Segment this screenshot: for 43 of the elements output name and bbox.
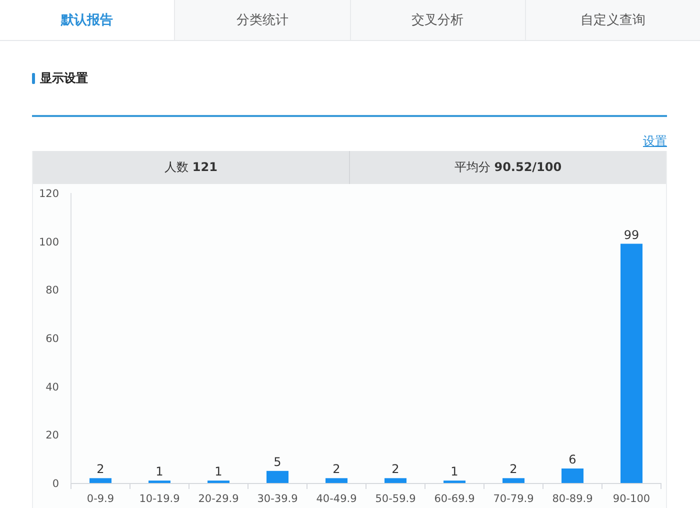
bar bbox=[326, 478, 348, 483]
x-tick-label: 0-9.9 bbox=[86, 493, 114, 505]
tab[interactable]: 分类统计 bbox=[174, 0, 350, 40]
x-tick-label: 10-19.9 bbox=[139, 493, 180, 505]
value-label: 2 bbox=[510, 462, 518, 476]
section-title: 显示设置 bbox=[40, 70, 88, 86]
y-tick-label: 60 bbox=[46, 333, 59, 345]
bar bbox=[208, 480, 230, 483]
value-label: 6 bbox=[568, 452, 576, 466]
x-tick-label: 30-39.9 bbox=[257, 493, 298, 505]
x-tick-label: 70-79.9 bbox=[493, 493, 534, 505]
bar bbox=[148, 480, 170, 483]
y-tick-label: 120 bbox=[38, 188, 59, 200]
value-label: 2 bbox=[332, 462, 340, 476]
y-tick-label: 100 bbox=[38, 236, 59, 248]
value-label: 1 bbox=[450, 464, 458, 479]
stat-label: 人数 121 bbox=[164, 159, 218, 176]
x-tick-label: 60-69.9 bbox=[434, 493, 475, 505]
value-label: 1 bbox=[214, 464, 222, 479]
y-tick-label: 40 bbox=[46, 381, 59, 394]
value-label: 2 bbox=[96, 462, 104, 476]
x-tick-label: 20-29.9 bbox=[198, 493, 239, 505]
tab[interactable]: 自定义查询 bbox=[524, 0, 700, 40]
bar bbox=[266, 470, 288, 483]
x-tick-label: 40-49.9 bbox=[316, 493, 357, 505]
tab[interactable]: 交叉分析 bbox=[350, 0, 525, 40]
value-label: 5 bbox=[274, 454, 282, 469]
x-tick-label: 90-100 bbox=[612, 493, 650, 505]
stat-label: 平均分 90.52/100 bbox=[454, 159, 562, 176]
x-tick-label: 80-89.9 bbox=[552, 493, 593, 505]
bar bbox=[444, 480, 466, 483]
bar bbox=[502, 478, 524, 483]
bar bbox=[562, 468, 584, 483]
value-label: 1 bbox=[156, 464, 164, 479]
x-tick-label: 50-59.9 bbox=[375, 493, 416, 505]
value-label: 2 bbox=[392, 462, 400, 476]
bar bbox=[90, 478, 112, 483]
section-marker bbox=[32, 72, 35, 84]
value-label: 99 bbox=[624, 228, 640, 242]
y-tick-label: 80 bbox=[46, 284, 59, 297]
y-tick-label: 0 bbox=[52, 478, 59, 490]
bar bbox=[384, 478, 406, 483]
y-tick-label: 20 bbox=[46, 430, 59, 442]
